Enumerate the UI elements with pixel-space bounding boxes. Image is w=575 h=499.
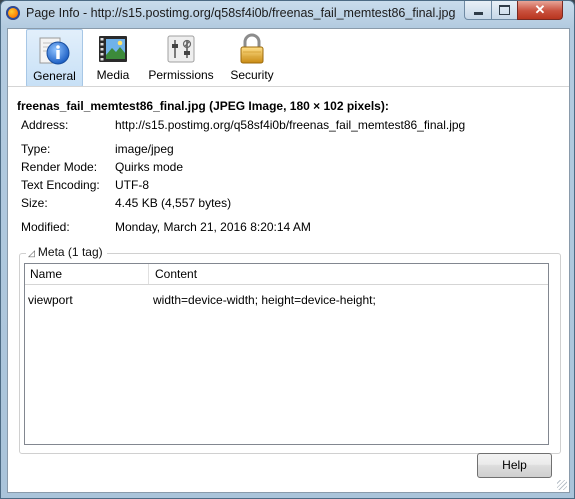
size-label: Size: bbox=[21, 196, 48, 210]
meta-toggle[interactable]: ◿ Meta (1 tag) bbox=[26, 245, 107, 259]
minimize-icon bbox=[473, 11, 483, 15]
type-label: Type: bbox=[21, 142, 51, 156]
modified-value: Monday, March 21, 2016 8:20:14 AM bbox=[115, 220, 311, 234]
text-encoding-label: Text Encoding: bbox=[21, 178, 100, 192]
meta-row-name[interactable]: viewport bbox=[28, 293, 73, 307]
resize-grip[interactable] bbox=[557, 480, 567, 490]
column-header-content[interactable]: Content bbox=[155, 267, 197, 281]
image-heading: freenas_fail_memtest86_final.jpg (JPEG I… bbox=[17, 99, 389, 113]
tab-media[interactable]: Media bbox=[88, 29, 138, 85]
modified-label: Modified: bbox=[21, 220, 70, 234]
meta-legend-label: Meta (1 tag) bbox=[37, 245, 103, 259]
tab-general[interactable]: General bbox=[26, 29, 83, 87]
window-title: Page Info - http://s15.postimg.org/q58sf… bbox=[26, 6, 456, 20]
render-mode-value: Quirks mode bbox=[115, 160, 184, 174]
meta-row-content[interactable]: width=device-width; height=device-height… bbox=[153, 293, 376, 307]
info-icon bbox=[39, 37, 69, 65]
maximize-icon bbox=[499, 5, 510, 15]
tab-media-label: Media bbox=[96, 68, 130, 82]
address-value: http://s15.postimg.org/q58sf4i0b/freenas… bbox=[115, 118, 466, 132]
page-info-window: Page Info - http://s15.postimg.org/q58sf… bbox=[0, 0, 575, 499]
media-film-icon bbox=[99, 36, 127, 62]
title-bar[interactable]: Page Info - http://s15.postimg.org/q58sf… bbox=[1, 1, 574, 27]
padlock-icon bbox=[240, 33, 264, 64]
column-separator[interactable] bbox=[148, 264, 149, 284]
help-button[interactable]: Help bbox=[477, 453, 552, 478]
firefox-icon bbox=[6, 6, 20, 20]
tab-permissions[interactable]: Permissions bbox=[145, 29, 217, 85]
address-label: Address: bbox=[21, 118, 69, 132]
render-mode-label: Render Mode: bbox=[21, 160, 98, 174]
toolbar-divider bbox=[8, 86, 569, 87]
collapse-triangle-icon: ◿ bbox=[28, 248, 35, 258]
size-value: 4.45 KB (4,557 bytes) bbox=[115, 196, 232, 210]
maximize-button[interactable] bbox=[491, 1, 518, 20]
tab-permissions-label: Permissions bbox=[148, 68, 214, 82]
dialog-client-area: General Media Permissions Security freen… bbox=[7, 28, 570, 493]
column-header-name[interactable]: Name bbox=[30, 267, 62, 281]
type-value: image/jpeg bbox=[115, 142, 174, 156]
tab-security-label: Security bbox=[230, 68, 274, 82]
tab-security[interactable]: Security bbox=[224, 29, 280, 85]
meta-table[interactable]: Name Content viewport width=device-width… bbox=[24, 263, 549, 445]
tab-general-label: General bbox=[33, 69, 76, 83]
meta-table-header: Name Content bbox=[25, 264, 548, 285]
close-button[interactable]: ✕ bbox=[517, 1, 563, 20]
permissions-sliders-icon bbox=[167, 35, 195, 63]
tab-toolbar: General Media Permissions Security bbox=[8, 29, 569, 87]
minimize-button[interactable] bbox=[464, 1, 492, 20]
text-encoding-value: UTF-8 bbox=[115, 178, 149, 192]
